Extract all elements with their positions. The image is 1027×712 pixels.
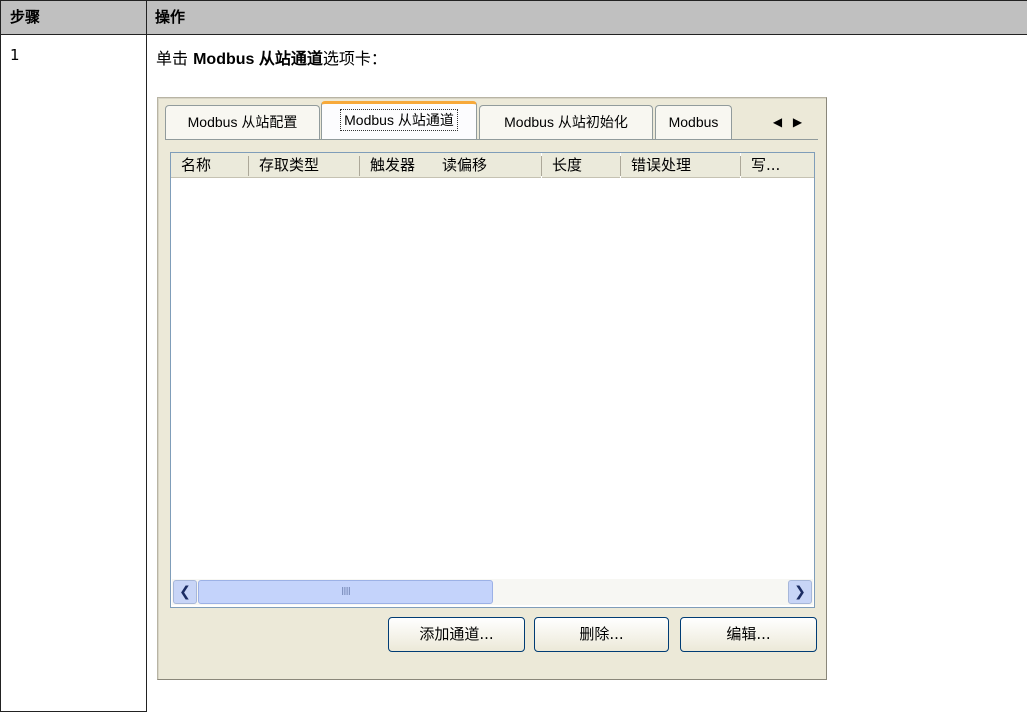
tab-active-label: Modbus 从站通道 (340, 109, 458, 131)
step-number: 1 (10, 46, 20, 64)
table-header-row: 步骤 操作 (0, 0, 1027, 35)
instruction-suffix: 选项卡： (322, 49, 387, 68)
tab-scroll-left-icon[interactable]: ◀ (769, 112, 786, 132)
delete-button[interactable]: 删除... (534, 617, 669, 652)
column-header-trigger[interactable]: 触发器 (360, 153, 437, 178)
tab-body-divider (165, 139, 818, 140)
horizontal-scrollbar[interactable]: ❮ IIII ❯ (172, 579, 813, 605)
column-header-length[interactable]: 长度 (542, 153, 620, 178)
edit-button[interactable]: 编辑... (680, 617, 817, 652)
scroll-right-icon[interactable]: ❯ (788, 580, 812, 604)
column-header-write[interactable]: 写... (741, 153, 814, 178)
step-instruction: 单击 Modbus 从站通道选项卡： (156, 45, 387, 69)
scrollbar-thumb[interactable]: IIII (198, 580, 493, 604)
tab-modbus-slave-config[interactable]: Modbus 从站配置 (165, 105, 320, 139)
column-header-read-offset[interactable]: 读偏移 (437, 153, 541, 178)
scroll-left-icon[interactable]: ❮ (173, 580, 197, 604)
channel-list[interactable]: 名称 存取类型 触发器 读偏移 长度 错误处理 写... ❮ IIII ❯ (170, 152, 815, 608)
table-column-divider (146, 0, 147, 712)
tab-modbus-slave-init[interactable]: Modbus 从站初始化 (479, 105, 653, 139)
instruction-bold-latin: Modbus (193, 51, 259, 68)
column-header-name[interactable]: 名称 (171, 153, 249, 178)
instruction-bold-cjk: 从站通道 (258, 49, 323, 68)
column-header-error-handling[interactable]: 错误处理 (621, 153, 740, 178)
header-action: 操作 (155, 8, 186, 26)
tab-scroll-right-icon[interactable]: ▶ (789, 112, 806, 132)
instruction-prefix: 单击 (156, 49, 194, 68)
tab-modbus[interactable]: Modbus (655, 105, 732, 139)
header-step: 步骤 (10, 8, 41, 26)
add-channel-button[interactable]: 添加通道... (388, 617, 525, 652)
table-border-left (0, 0, 1, 712)
tab-modbus-slave-channel[interactable]: Modbus 从站通道 (321, 101, 477, 140)
column-header-access-type[interactable]: 存取类型 (249, 153, 360, 178)
